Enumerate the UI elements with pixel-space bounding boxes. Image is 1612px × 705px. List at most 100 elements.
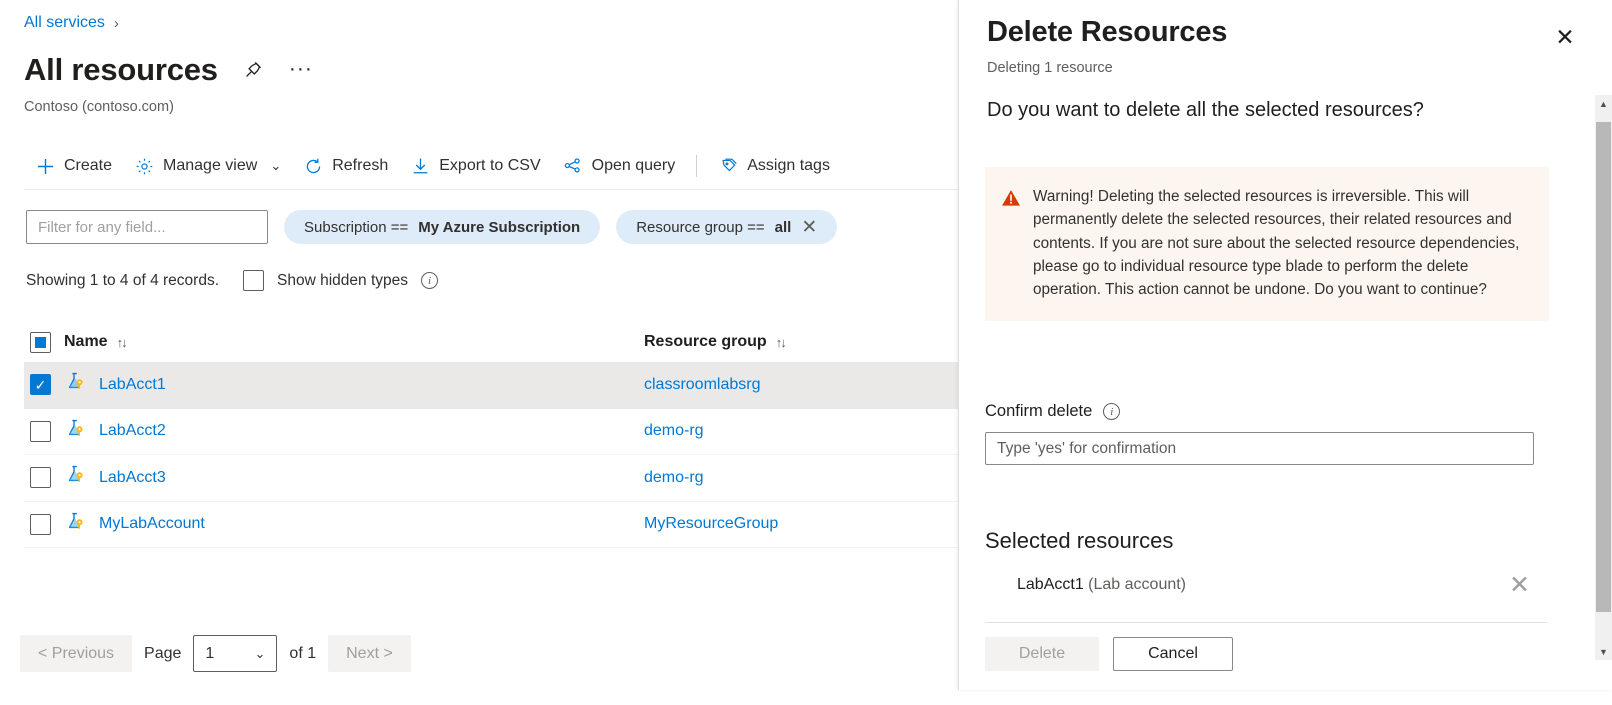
show-hidden-types-group[interactable]: Show hidden types i — [243, 270, 438, 291]
delete-resources-panel: Delete Resources Deleting 1 resource ✕ D… — [958, 0, 1612, 690]
show-hidden-types-checkbox[interactable] — [243, 270, 264, 291]
panel-title: Delete Resources — [987, 16, 1227, 49]
export-csv-label: Export to CSV — [439, 157, 540, 175]
gear-icon — [134, 156, 154, 176]
table-row[interactable]: MyLabAccount MyResourceGroup — [24, 502, 958, 549]
pin-icon[interactable] — [240, 57, 266, 83]
panel-subtitle: Deleting 1 resource — [987, 60, 1113, 76]
refresh-button[interactable]: Refresh — [292, 152, 399, 180]
close-icon[interactable]: ✕ — [1550, 22, 1580, 52]
filter-pill-resource-group[interactable]: Resource group == all ✕ — [616, 210, 837, 244]
manage-view-label: Manage view — [163, 157, 257, 175]
command-toolbar: Create Manage view ⌄ Refresh — [24, 144, 841, 188]
filter-bar: Subscription == My Azure Subscription Re… — [26, 210, 837, 244]
delete-button[interactable]: Delete — [985, 637, 1099, 671]
plus-icon — [35, 156, 55, 176]
breadcrumb-chevron-icon: › — [114, 15, 119, 32]
lab-account-icon — [64, 418, 86, 445]
sort-icon: ↑↓ — [776, 335, 785, 350]
chevron-down-icon: ⌄ — [255, 646, 266, 662]
column-header-resource-group[interactable]: Resource group ↑↓ — [644, 333, 944, 351]
scrollbar-thumb[interactable] — [1596, 122, 1611, 612]
table-row[interactable]: LabAcct1 classroomlabsrg — [24, 362, 958, 409]
tenant-subtitle: Contoso (contoso.com) — [24, 99, 174, 115]
column-header-name-label: Name — [64, 333, 108, 351]
previous-page-button[interactable]: < Previous — [20, 635, 132, 672]
next-page-button[interactable]: Next > — [328, 635, 411, 672]
cancel-button[interactable]: Cancel — [1113, 637, 1233, 671]
panel-question: Do you want to delete all the selected r… — [987, 99, 1424, 122]
row-checkbox[interactable] — [30, 374, 51, 395]
pagination: < Previous Page 1 ⌄ of 1 Next > — [20, 635, 411, 672]
create-button[interactable]: Create — [24, 152, 123, 180]
resource-name-link[interactable]: LabAcct1 — [99, 376, 166, 394]
create-label: Create — [64, 157, 112, 175]
warning-banner: Warning! Deleting the selected resources… — [985, 167, 1549, 321]
table-row[interactable]: LabAcct3 demo-rg — [24, 455, 958, 502]
filter-pill-remove-icon[interactable]: ✕ — [801, 218, 817, 237]
breadcrumb-all-services[interactable]: All services — [24, 14, 105, 32]
azure-portal-screen: All services › All resources ··· Contoso… — [0, 0, 1612, 705]
manage-view-button[interactable]: Manage view ⌄ — [123, 152, 292, 180]
toolbar-divider — [696, 155, 697, 177]
page-label: Page — [144, 645, 181, 663]
page-select-value: 1 — [205, 645, 214, 663]
assign-tags-button[interactable]: Assign tags — [707, 152, 841, 180]
filter-pill-subscription[interactable]: Subscription == My Azure Subscription — [284, 210, 600, 244]
share-nodes-icon — [563, 156, 583, 176]
selected-resource-type: (Lab account) — [1088, 576, 1186, 593]
toolbar-bottom-divider — [24, 189, 958, 190]
selected-resource-name-text: LabAcct1 — [1017, 576, 1084, 593]
lab-account-icon — [64, 371, 86, 398]
scroll-up-arrow-icon[interactable]: ▲ — [1595, 95, 1612, 112]
info-icon[interactable]: i — [421, 272, 438, 289]
records-summary-row: Showing 1 to 4 of 4 records. Show hidden… — [26, 270, 438, 291]
sort-icon: ↑↓ — [117, 335, 126, 350]
resource-name-link[interactable]: LabAcct3 — [99, 469, 166, 487]
assign-tags-label: Assign tags — [747, 157, 830, 175]
resource-group-link[interactable]: classroomlabsrg — [644, 376, 760, 393]
breadcrumb: All services › — [24, 14, 119, 32]
filter-pill-resource-group-label: Resource group == — [636, 219, 764, 236]
resource-group-link[interactable]: demo-rg — [644, 422, 704, 439]
lab-account-icon — [64, 464, 86, 491]
resource-group-link[interactable]: demo-rg — [644, 469, 704, 486]
confirm-delete-input[interactable] — [985, 432, 1534, 465]
show-hidden-types-label: Show hidden types — [277, 272, 408, 290]
resource-name-link[interactable]: MyLabAccount — [99, 515, 205, 533]
resource-name-link[interactable]: LabAcct2 — [99, 422, 166, 440]
page-title: All resources — [24, 54, 218, 85]
filter-pill-resource-group-value: all — [775, 219, 792, 236]
page-header: All resources ··· — [24, 54, 314, 85]
table-header-row: Name ↑↓ Resource group ↑↓ — [24, 322, 958, 362]
row-checkbox[interactable] — [30, 467, 51, 488]
page-select[interactable]: 1 ⌄ — [193, 635, 277, 672]
filter-pill-subscription-label: Subscription == — [304, 219, 408, 236]
selected-resource-name: LabAcct1 (Lab account) — [985, 576, 1186, 594]
search-input[interactable] — [26, 210, 268, 244]
resources-table: Name ↑↓ Resource group ↑↓ — [24, 322, 958, 548]
open-query-button[interactable]: Open query — [552, 152, 687, 180]
records-count: Showing 1 to 4 of 4 records. — [26, 272, 219, 290]
panel-footer-divider — [985, 622, 1547, 623]
info-icon[interactable]: i — [1103, 403, 1120, 420]
more-options-icon[interactable]: ··· — [288, 57, 314, 83]
table-row[interactable]: LabAcct2 demo-rg — [24, 409, 958, 456]
remove-selected-resource-icon[interactable]: ✕ — [1509, 573, 1530, 598]
row-checkbox[interactable] — [30, 421, 51, 442]
page-total: of 1 — [289, 645, 316, 663]
lab-account-icon — [64, 511, 86, 538]
warning-icon — [1001, 188, 1021, 208]
warning-text: Warning! Deleting the selected resources… — [1033, 185, 1529, 301]
open-query-label: Open query — [592, 157, 676, 175]
panel-scrollbar[interactable]: ▲ ▼ — [1595, 95, 1612, 660]
refresh-icon — [303, 156, 323, 176]
row-checkbox[interactable] — [30, 514, 51, 535]
confirm-delete-label-group: Confirm delete i — [985, 402, 1120, 421]
select-all-checkbox[interactable] — [30, 332, 51, 353]
resource-group-link[interactable]: MyResourceGroup — [644, 515, 778, 532]
column-header-name[interactable]: Name ↑↓ — [64, 333, 126, 351]
export-csv-button[interactable]: Export to CSV — [399, 152, 551, 180]
scroll-down-arrow-icon[interactable]: ▼ — [1595, 643, 1612, 660]
tag-icon — [718, 156, 738, 176]
